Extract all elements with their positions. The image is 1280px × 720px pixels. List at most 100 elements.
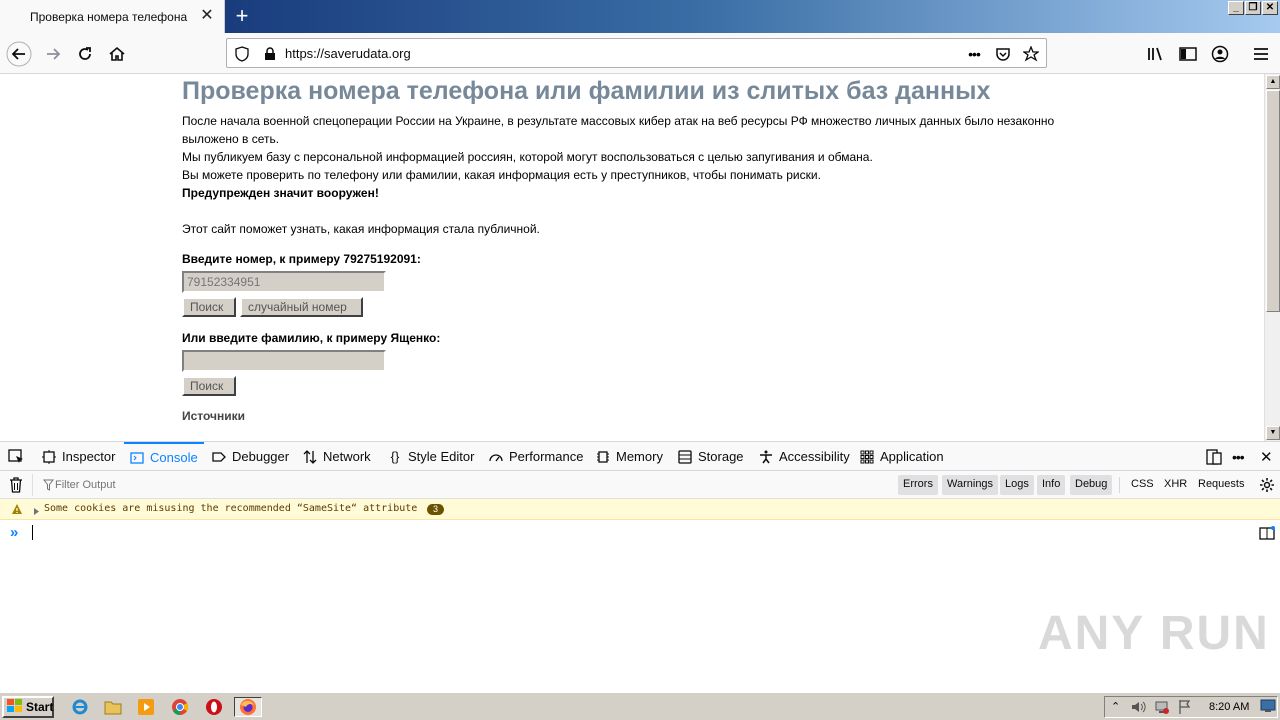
network-icon bbox=[303, 449, 317, 464]
trash-icon[interactable] bbox=[9, 477, 23, 496]
sources-link[interactable]: Источники bbox=[182, 407, 245, 425]
explorer-folder-icon[interactable] bbox=[101, 697, 125, 717]
menu-icon[interactable] bbox=[1248, 41, 1274, 67]
account-icon[interactable] bbox=[1207, 41, 1233, 67]
start-button[interactable]: Start bbox=[2, 696, 54, 718]
tab-network-label: Network bbox=[323, 449, 371, 464]
back-icon[interactable] bbox=[6, 41, 32, 67]
media-player-icon[interactable] bbox=[134, 697, 158, 717]
console-settings-gear-icon[interactable] bbox=[1259, 477, 1275, 496]
windows-logo-icon bbox=[7, 698, 23, 716]
page-actions-icon[interactable]: ••• bbox=[965, 45, 983, 63]
element-picker-icon[interactable] bbox=[8, 442, 24, 471]
opera-icon[interactable] bbox=[202, 697, 226, 717]
tab-inspector-label: Inspector bbox=[62, 449, 116, 464]
surname-search-button[interactable]: Поиск bbox=[182, 376, 236, 396]
library-icon[interactable] bbox=[1143, 41, 1169, 67]
tab-style-editor[interactable]: {} Style Editor bbox=[388, 442, 475, 471]
warning-message: Some cookies are misusing the recommende… bbox=[44, 503, 418, 514]
surname-input[interactable] bbox=[182, 350, 386, 372]
random-number-button[interactable]: случайный номер bbox=[240, 297, 363, 317]
check-notice: Вы можете проверить по телефону или фами… bbox=[182, 168, 821, 182]
network-tray-icon[interactable] bbox=[1154, 699, 1170, 718]
warning-text: Предупрежден значит вооружен! bbox=[182, 186, 379, 200]
ie-icon[interactable] bbox=[68, 697, 92, 717]
tab-performance[interactable]: Performance bbox=[489, 442, 583, 471]
browser-titlebar: Проверка номера телефона ✕ + _ ❐ ✕ bbox=[0, 0, 1280, 33]
tab-performance-label: Performance bbox=[509, 449, 584, 464]
filter-info-button[interactable]: Info bbox=[1037, 475, 1066, 495]
dock-side-icon[interactable] bbox=[1206, 442, 1222, 471]
devtools-close-icon[interactable]: ✕ bbox=[1260, 442, 1273, 471]
filter-warnings-button[interactable]: Warnings bbox=[942, 475, 999, 495]
chrome-icon[interactable] bbox=[168, 697, 192, 717]
tab-accessibility[interactable]: Accessibility bbox=[759, 442, 850, 471]
tab-debugger[interactable]: Debugger bbox=[212, 442, 289, 471]
performance-icon bbox=[489, 450, 503, 464]
page-viewport: Проверка номера телефона или фамилии из … bbox=[0, 74, 1264, 441]
window-controls: _ ❐ ✕ bbox=[1228, 1, 1278, 15]
publish-notice: Мы публикуем базу с персональной информа… bbox=[182, 150, 873, 164]
tray-expand-icon[interactable]: ⌃ bbox=[1111, 700, 1120, 713]
tab-console[interactable]: Console bbox=[124, 442, 204, 471]
firefox-taskbar-icon[interactable] bbox=[234, 697, 262, 717]
tab-memory-label: Memory bbox=[616, 449, 663, 464]
editor-mode-icon[interactable] bbox=[1259, 526, 1275, 543]
filter-logs-button[interactable]: Logs bbox=[1000, 475, 1034, 495]
scroll-down-icon[interactable]: ▼ bbox=[1266, 426, 1280, 440]
expand-arrow-icon[interactable] bbox=[33, 505, 40, 519]
home-icon[interactable] bbox=[104, 41, 130, 67]
filter-errors-button[interactable]: Errors bbox=[898, 475, 938, 495]
action-center-flag-icon[interactable] bbox=[1178, 699, 1192, 718]
forward-icon[interactable] bbox=[40, 41, 66, 67]
console-icon bbox=[130, 451, 144, 465]
window-close-icon[interactable]: ✕ bbox=[1262, 1, 1278, 15]
tab-storage[interactable]: Storage bbox=[678, 442, 744, 471]
scroll-up-icon[interactable]: ▲ bbox=[1266, 75, 1280, 89]
volume-icon[interactable] bbox=[1130, 699, 1146, 718]
sidebar-icon[interactable] bbox=[1175, 41, 1201, 67]
tab-memory[interactable]: Memory bbox=[596, 442, 663, 471]
scroll-thumb[interactable] bbox=[1266, 90, 1280, 312]
phone-search-button[interactable]: Поиск bbox=[182, 297, 236, 317]
restore-icon[interactable]: ❐ bbox=[1245, 1, 1261, 15]
page-scrollbar[interactable]: ▲ ▼ bbox=[1264, 74, 1280, 441]
tab-style-editor-label: Style Editor bbox=[408, 449, 475, 464]
memory-icon bbox=[596, 450, 610, 464]
tab-network[interactable]: Network bbox=[303, 442, 371, 471]
devtools-menu-icon[interactable]: ••• bbox=[1232, 442, 1245, 471]
minimize-icon[interactable]: _ bbox=[1228, 1, 1244, 15]
filter-xhr-button[interactable]: XHR bbox=[1159, 475, 1192, 495]
phone-input[interactable] bbox=[182, 271, 386, 293]
page-title: Проверка номера телефона или фамилии из … bbox=[182, 77, 991, 105]
browser-tab[interactable]: Проверка номера телефона ✕ bbox=[0, 0, 225, 33]
tab-application[interactable]: Application bbox=[860, 442, 944, 471]
tab-accessibility-label: Accessibility bbox=[779, 449, 850, 464]
pocket-icon[interactable] bbox=[994, 45, 1012, 63]
taskbar: Start ⌃ 8:20 AM bbox=[0, 692, 1280, 720]
filter-css-button[interactable]: CSS bbox=[1126, 475, 1159, 495]
application-icon bbox=[860, 450, 874, 464]
reload-icon[interactable] bbox=[72, 41, 98, 67]
intro-line-2: выложено в сеть. bbox=[182, 132, 280, 146]
new-tab-icon[interactable]: + bbox=[230, 4, 254, 28]
filter-requests-button[interactable]: Requests bbox=[1193, 475, 1249, 495]
filter-debug-button[interactable]: Debug bbox=[1070, 475, 1113, 495]
filter-output-input[interactable] bbox=[55, 475, 755, 495]
lock-icon[interactable] bbox=[261, 45, 279, 63]
bookmark-star-icon[interactable] bbox=[1022, 45, 1040, 63]
tracking-shield-icon[interactable] bbox=[233, 45, 251, 63]
url-bar[interactable]: https://saverudata.org ••• bbox=[226, 38, 1047, 68]
show-desktop-icon[interactable] bbox=[1260, 699, 1276, 716]
anyrun-watermark: ANY RUN bbox=[1038, 607, 1270, 660]
console-warning-row[interactable]: Some cookies are misusing the recommende… bbox=[0, 499, 1280, 520]
filter-icon bbox=[42, 479, 55, 494]
toolbar-divider bbox=[32, 474, 33, 496]
text-caret bbox=[32, 525, 33, 540]
surname-label: Или введите фамилию, к примеру Ященко: bbox=[182, 331, 441, 345]
intro-line-1: После начала военной спецоперации России… bbox=[182, 114, 1055, 128]
tab-console-label: Console bbox=[150, 450, 198, 465]
tab-close-icon[interactable]: ✕ bbox=[199, 8, 215, 24]
tab-inspector[interactable]: Inspector bbox=[42, 442, 115, 471]
debugger-icon bbox=[212, 450, 226, 464]
